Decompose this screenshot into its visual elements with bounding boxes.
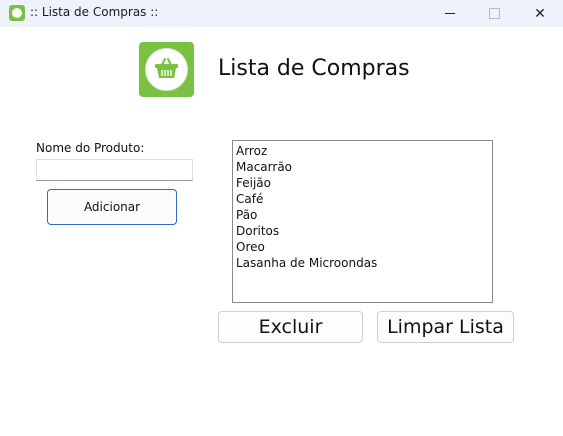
title-bar[interactable]: :: Lista de Compras :: ✕ <box>0 0 563 27</box>
app-window: :: Lista de Compras :: ✕ Lista de Compra… <box>0 0 563 436</box>
list-item[interactable]: Macarrão <box>236 159 489 175</box>
list-item[interactable]: Feijão <box>236 175 489 191</box>
maximize-button[interactable] <box>471 0 517 27</box>
list-item[interactable]: Doritos <box>236 223 489 239</box>
close-icon: ✕ <box>534 5 546 22</box>
maximize-icon <box>488 8 500 19</box>
app-basket-icon <box>9 5 25 21</box>
delete-button[interactable]: Excluir <box>218 311 363 343</box>
logo <box>139 42 194 97</box>
shopping-listbox[interactable]: Arroz Macarrão Feijão Café Pão Doritos Oreo Las… <box>232 140 493 303</box>
list-item[interactable]: Lasanha de Microondas <box>236 255 489 271</box>
window-title: :: Lista de Compras :: <box>30 5 159 19</box>
basket-icon <box>155 58 178 78</box>
list-item[interactable]: Café <box>236 191 489 207</box>
minimize-button[interactable] <box>427 0 473 27</box>
page-title: Lista de Compras <box>218 56 410 81</box>
list-item[interactable]: Pão <box>236 207 489 223</box>
product-name-input[interactable] <box>36 159 193 181</box>
list-item[interactable]: Arroz <box>236 143 489 159</box>
minimize-icon <box>445 13 455 14</box>
list-item[interactable]: Oreo <box>236 239 489 255</box>
clear-list-button[interactable]: Limpar Lista <box>377 311 514 343</box>
close-button[interactable]: ✕ <box>517 0 563 27</box>
product-name-label: Nome do Produto: <box>36 141 145 155</box>
add-button[interactable]: Adicionar <box>47 189 177 225</box>
